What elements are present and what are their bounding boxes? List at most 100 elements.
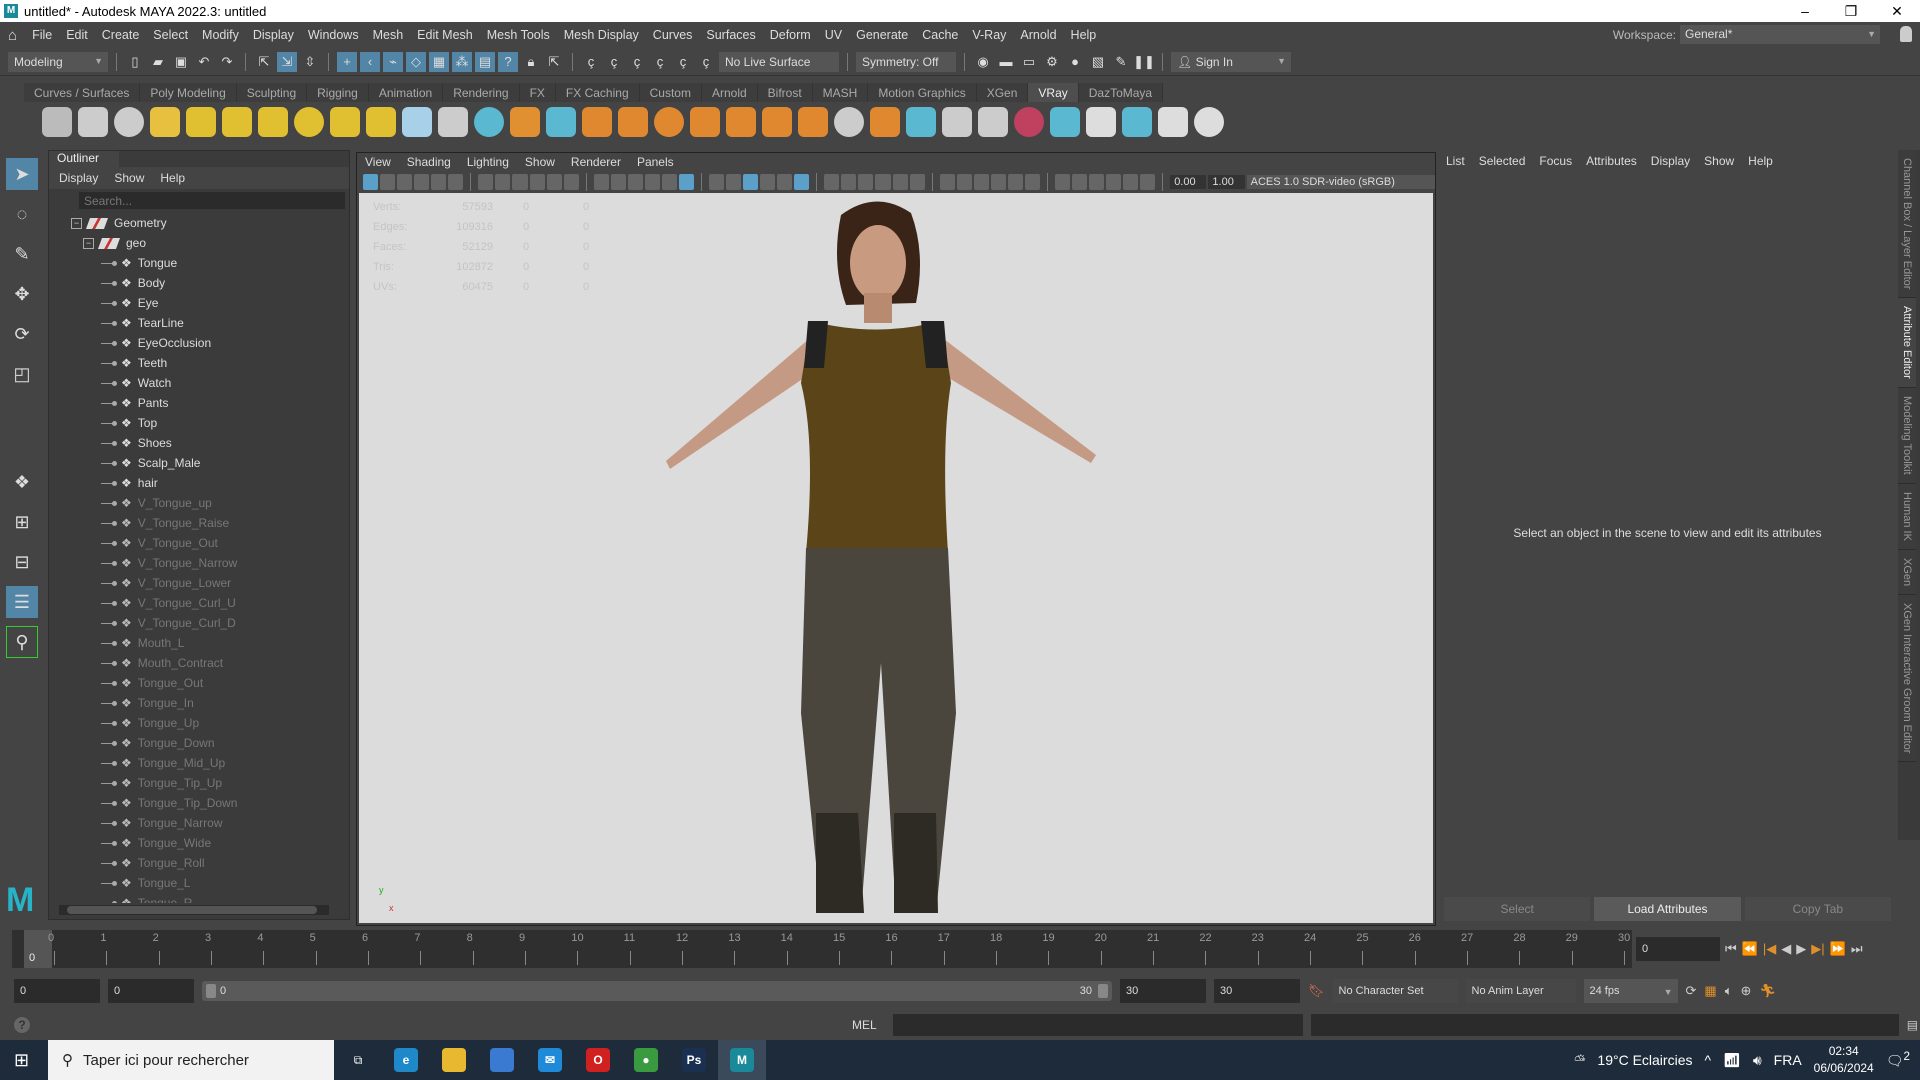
hypershade-icon[interactable]: ● (1065, 52, 1085, 72)
viewport-tool-icon[interactable] (1106, 174, 1122, 190)
outliner-item[interactable]: ❖ Tongue_Tip_Down (49, 793, 334, 813)
collapse-icon[interactable]: − (71, 217, 82, 229)
shelf-tab-animation[interactable]: Animation (368, 83, 444, 102)
viewport-tool-icon[interactable] (1089, 174, 1105, 190)
rotate-tool-icon[interactable]: ⟳ (6, 318, 38, 350)
lock-icon[interactable] (1900, 26, 1912, 42)
shelf-tool-icon[interactable] (1122, 107, 1152, 137)
close-button[interactable]: ✕ (1874, 0, 1920, 22)
snap-pivot-icon[interactable]: ▤ (475, 51, 495, 72)
select-hierarchy-icon[interactable]: ⇱ (254, 52, 274, 72)
shelf-tool-icon[interactable] (78, 107, 108, 137)
mel-label[interactable]: MEL (852, 1018, 877, 1032)
next-key-icon[interactable]: ▶| (1811, 941, 1824, 957)
viewport-menu-panels[interactable]: Panels (637, 155, 674, 169)
viewport-tool-icon[interactable] (760, 174, 776, 190)
outliner-item[interactable]: ❖ V_Tongue_Curl_D (49, 613, 334, 633)
shelf-tool-icon[interactable] (258, 107, 288, 137)
side-tab-channel-box-layer-editor[interactable]: Channel Box / Layer Editor (1898, 150, 1916, 299)
outliner-item[interactable]: ❖ Tongue_In (49, 693, 334, 713)
workspace-select[interactable]: General* (1680, 25, 1880, 44)
shelf-tab-xgen[interactable]: XGen (976, 83, 1029, 102)
range-start-handle[interactable] (206, 984, 216, 998)
move-tool-icon[interactable]: ✥ (6, 278, 38, 310)
shelf-tool-icon[interactable] (1194, 107, 1224, 137)
attr-menu-display[interactable]: Display (1651, 154, 1690, 168)
outliner-item[interactable]: ❖ Tongue_Up (49, 713, 334, 733)
playback-start-field[interactable]: 0 (108, 979, 194, 1003)
viewport-tool-icon[interactable] (939, 174, 955, 190)
pause-icon[interactable]: ❚❚ (1133, 52, 1155, 72)
network-icon[interactable]: 📶︎ (1723, 1052, 1741, 1069)
viewport-tool-icon[interactable] (678, 174, 694, 190)
two-view-layout-icon[interactable]: ⊟ (6, 546, 38, 578)
current-frame-field[interactable]: 0 (1636, 937, 1720, 961)
shelf-tool-icon[interactable] (942, 107, 972, 137)
play-forward-icon[interactable]: ▶ (1796, 941, 1806, 957)
shelf-tab-arnold[interactable]: Arnold (701, 83, 758, 102)
outliner-item[interactable]: ❖ Mouth_L (49, 633, 334, 653)
side-tab-xgen[interactable]: XGen (1898, 549, 1916, 595)
weather-text[interactable]: 19°C Eclaircies (1597, 1052, 1692, 1068)
outliner-item[interactable]: ❖ V_Tongue_Narrow (49, 553, 334, 573)
outliner-item[interactable]: ❖ Tongue_L (49, 873, 334, 893)
shelf-tool-icon[interactable] (294, 107, 324, 137)
outliner-item[interactable]: ❖ V_Tongue_Curl_U (49, 593, 334, 613)
viewport-tool-icon[interactable] (414, 174, 430, 190)
menu-create[interactable]: Create (95, 28, 147, 42)
viewport-tool-icon[interactable] (644, 174, 660, 190)
exposure-field[interactable]: 0.00 (1170, 175, 1207, 189)
undo-icon[interactable]: ↶ (194, 52, 214, 72)
shelf-tool-icon[interactable] (690, 107, 720, 137)
help-line-icon[interactable]: ? (14, 1017, 30, 1033)
outliner-item[interactable]: ❖ Teeth (49, 353, 334, 373)
outliner-item[interactable]: ❖ Tongue_Tip_Up (49, 773, 334, 793)
clock[interactable]: 02:34 06/06/2024 (1814, 1043, 1874, 1077)
menu-windows[interactable]: Windows (301, 28, 366, 42)
tree-node-geometry[interactable]: − Geometry (49, 213, 334, 233)
range-slider[interactable]: 0 30 (202, 981, 1112, 1001)
select-tool-icon[interactable]: ➤ (6, 158, 38, 190)
viewport-tool-icon[interactable] (777, 174, 793, 190)
menu-uv[interactable]: UV (818, 28, 849, 42)
shelf-tool-icon[interactable] (618, 107, 648, 137)
viewport-tool-icon[interactable] (495, 174, 511, 190)
prev-key-icon[interactable]: |◀ (1763, 941, 1776, 957)
taskbar-edge-icon[interactable]: e (382, 1040, 430, 1080)
shelf-tool-icon[interactable] (546, 107, 576, 137)
shelf-tool-icon[interactable] (402, 107, 432, 137)
outliner-item[interactable]: ❖ Watch (49, 373, 334, 393)
step-back-key-icon[interactable]: ⏪ (1742, 941, 1758, 957)
viewport-tool-icon[interactable] (529, 174, 545, 190)
viewport-tool-icon[interactable] (858, 174, 874, 190)
side-tab-attribute-editor[interactable]: Attribute Editor (1898, 298, 1916, 389)
shelf-tab-rigging[interactable]: Rigging (307, 83, 369, 102)
history-off-icon[interactable]: ç (696, 52, 716, 72)
outliner-menu-display[interactable]: Display (59, 171, 98, 185)
snap-view-icon[interactable]: ▦ (429, 51, 449, 72)
viewport-canvas[interactable]: Verts: 57593 0 0 Edges: 109316 0 0 Faces: 52129 0 0… (359, 193, 1433, 923)
menu-curves[interactable]: Curves (646, 28, 700, 42)
outliner-item[interactable]: ❖ Eye (49, 293, 334, 313)
shelf-tool-icon[interactable] (582, 107, 612, 137)
taskbar-search[interactable]: ⚲ Taper ici pour rechercher (48, 1040, 334, 1080)
menu-set-select[interactable]: Modeling (8, 51, 108, 72)
viewport-tool-icon[interactable] (431, 174, 447, 190)
search-icon[interactable]: ⚲ (6, 626, 38, 658)
viewport-tool-icon[interactable] (1140, 174, 1156, 190)
viewport-tool-icon[interactable] (892, 174, 908, 190)
menu-mesh-display[interactable]: Mesh Display (557, 28, 646, 42)
color-space-select[interactable]: ACES 1.0 SDR-video (sRGB) (1246, 175, 1436, 189)
anim-layer-select[interactable]: No Anim Layer (1465, 979, 1576, 1003)
task-view-icon[interactable]: ⧉ (334, 1040, 382, 1080)
viewport-tool-icon[interactable] (563, 174, 579, 190)
paint-select-tool-icon[interactable]: ✎ (6, 238, 38, 270)
menu-generate[interactable]: Generate (849, 28, 915, 42)
redo-icon[interactable]: ↷ (217, 52, 237, 72)
shelf-tab-motion-graphics[interactable]: Motion Graphics (868, 83, 977, 102)
symmetry-select[interactable]: Symmetry: Off (856, 51, 956, 72)
select-button[interactable]: Select (1444, 897, 1591, 921)
viewport-tool-icon[interactable] (743, 174, 759, 190)
collapse-icon[interactable]: − (83, 237, 94, 249)
ops-icon[interactable]: ç (673, 52, 693, 72)
